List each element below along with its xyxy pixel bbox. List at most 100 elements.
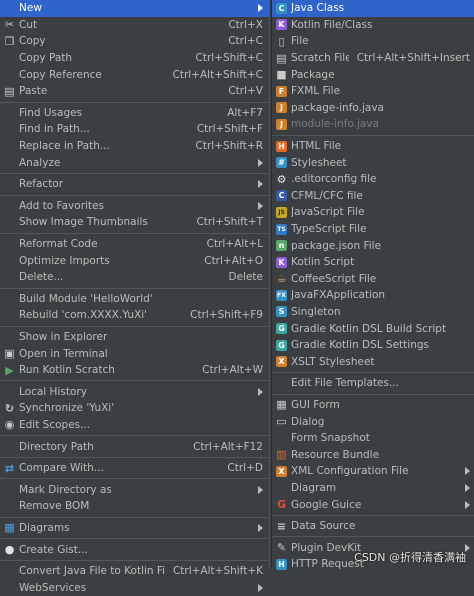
menu-separator <box>0 380 269 381</box>
menu-item-find-usages[interactable]: Find UsagesAlt+F7 <box>0 105 269 122</box>
menu-item-shortcut: Ctrl+Alt+F12 <box>193 441 263 453</box>
new-item-stylesheet[interactable]: #Stylesheet <box>272 154 474 171</box>
watermark: CSDN @折得清香满袖 <box>354 549 466 565</box>
new-item-editorconfig-file[interactable]: ⚙.editorconfig file <box>272 171 474 188</box>
menu-item-create-gist[interactable]: ●Create Gist... <box>0 541 269 558</box>
new-item-scratch-file[interactable]: ▤Scratch FileCtrl+Alt+Shift+Insert <box>272 50 474 67</box>
database-icon: ≡ <box>276 521 287 532</box>
menu-item-label: Dialog <box>291 416 470 428</box>
menu-item-analyze[interactable]: Analyze <box>0 154 269 171</box>
new-item-dialog[interactable]: ▭Dialog <box>272 413 474 430</box>
new-item-gradle-kotlin-dsl-build-script[interactable]: GGradle Kotlin DSL Build Script <box>272 320 474 337</box>
menu-item-rebuild[interactable]: Rebuild 'com.XXXX.YuXi'Ctrl+Shift+F9 <box>0 307 269 324</box>
menu-item-diagrams[interactable]: ▦Diagrams <box>0 520 269 537</box>
new-item-typescript-file[interactable]: TSTypeScript File <box>272 221 474 238</box>
menu-item-open-in-terminal[interactable]: ▣Open in Terminal <box>0 345 269 362</box>
new-item-xslt-stylesheet[interactable]: XXSLT Stylesheet <box>272 353 474 370</box>
menu-item-label: Form Snapshot <box>291 432 470 444</box>
new-item-fxml-file[interactable]: FFXML File <box>272 83 474 100</box>
menu-item-directory-path[interactable]: Directory PathCtrl+Alt+F12 <box>0 438 269 455</box>
menu-item-copy[interactable]: ❐CopyCtrl+C <box>0 33 269 50</box>
menu-item-build-module[interactable]: Build Module 'HelloWorld' <box>0 291 269 308</box>
menu-item-show-image-thumbnails[interactable]: Show Image ThumbnailsCtrl+Shift+T <box>0 214 269 231</box>
new-item-kotlin-file-class[interactable]: KKotlin File/Class <box>272 17 474 34</box>
new-item-gui-form[interactable]: ▦GUI Form <box>272 397 474 414</box>
run-icon: ▶ <box>4 365 15 376</box>
new-item-file[interactable]: ▯File <box>272 33 474 50</box>
new-item-java-class[interactable]: CJava Class <box>272 0 474 17</box>
new-item-edit-file-templates[interactable]: Edit File Templates... <box>272 375 474 392</box>
new-item-package-json-file[interactable]: npackage.json File <box>272 237 474 254</box>
submenu-arrow-icon <box>258 159 263 167</box>
menu-item-add-to-favorites[interactable]: Add to Favorites <box>0 198 269 215</box>
menu-item-cut[interactable]: ✂CutCtrl+X <box>0 17 269 34</box>
new-item-xml-configuration-file[interactable]: XXML Configuration File <box>272 463 474 480</box>
menu-item-label: Open in Terminal <box>19 348 263 360</box>
menu-item-label: Synchronize 'YuXi' <box>19 402 263 414</box>
menu-item-remove-bom[interactable]: Remove BOM <box>0 498 269 515</box>
menu-item-label: Replace in Path... <box>19 140 188 152</box>
new-item-cfml-cfc-file[interactable]: CCFML/CFC file <box>272 188 474 205</box>
menu-item-replace-in-path[interactable]: Replace in Path...Ctrl+Shift+R <box>0 138 269 155</box>
new-item-diagram[interactable]: Diagram <box>272 480 474 497</box>
submenu-arrow-icon <box>258 388 263 396</box>
editorconfig-icon: ⚙ <box>276 174 287 185</box>
menu-item-edit-scopes[interactable]: ◉Edit Scopes... <box>0 417 269 434</box>
menu-item-paste[interactable]: ▤PasteCtrl+V <box>0 83 269 100</box>
new-item-javafx-application[interactable]: FXJavaFXApplication <box>272 287 474 304</box>
menu-item-optimize-imports[interactable]: Optimize ImportsCtrl+Alt+O <box>0 252 269 269</box>
new-item-package-info-java[interactable]: Jpackage-info.java <box>272 100 474 117</box>
menu-item-copy-path[interactable]: Copy PathCtrl+Shift+C <box>0 50 269 67</box>
new-item-form-snapshot[interactable]: Form Snapshot <box>272 430 474 447</box>
submenu-arrow-icon <box>258 524 263 532</box>
menu-item-label: Data Source <box>291 520 470 532</box>
menu-item-label: Remove BOM <box>19 500 263 512</box>
new-item-coffeescript-file[interactable]: ☕CoffeeScript File <box>272 271 474 288</box>
javascript-icon: JS <box>276 207 287 218</box>
new-item-kotlin-script[interactable]: KKotlin Script <box>272 254 474 271</box>
menu-item-label: Singleton <box>291 306 470 318</box>
new-item-gradle-kotlin-dsl-settings[interactable]: GGradle Kotlin DSL Settings <box>272 337 474 354</box>
menu-item-refactor[interactable]: Refactor <box>0 176 269 193</box>
new-item-package[interactable]: ■Package <box>272 66 474 83</box>
menu-item-synchronize[interactable]: ↻Synchronize 'YuXi' <box>0 400 269 417</box>
java-file-icon: J <box>276 119 287 130</box>
menu-item-label: FXML File <box>291 85 470 97</box>
menu-item-run-kotlin-scratch[interactable]: ▶Run Kotlin ScratchCtrl+Alt+W <box>0 362 269 379</box>
menu-item-mark-directory-as[interactable]: Mark Directory as <box>0 481 269 498</box>
new-item-html-file[interactable]: HHTML File <box>272 138 474 155</box>
menu-item-reformat-code[interactable]: Reformat CodeCtrl+Alt+L <box>0 236 269 253</box>
submenu-arrow-icon <box>258 4 263 12</box>
xml-icon: X <box>276 466 287 477</box>
menu-item-delete[interactable]: Delete...Delete <box>0 269 269 286</box>
html-icon: H <box>276 141 287 152</box>
menu-item-label: JavaScript File <box>291 206 470 218</box>
new-item-google-guice[interactable]: GGoogle Guice <box>272 496 474 513</box>
menu-item-label: Google Guice <box>291 499 459 511</box>
menu-item-copy-reference[interactable]: Copy ReferenceCtrl+Alt+Shift+C <box>0 66 269 83</box>
menu-item-label: Resource Bundle <box>291 449 470 461</box>
new-item-resource-bundle[interactable]: ▥Resource Bundle <box>272 446 474 463</box>
context-menu: New✂CutCtrl+X❐CopyCtrl+CCopy PathCtrl+Sh… <box>0 0 270 569</box>
menu-separator <box>272 515 474 516</box>
new-item-singleton[interactable]: SSingleton <box>272 304 474 321</box>
menu-item-shortcut: Ctrl+V <box>228 85 263 97</box>
menu-item-label: Build Module 'HelloWorld' <box>19 293 263 305</box>
menu-separator <box>272 372 474 373</box>
menu-separator <box>0 233 269 234</box>
menu-item-label: Kotlin Script <box>291 256 470 268</box>
scratch-file-icon: ▤ <box>276 53 287 64</box>
menu-item-local-history[interactable]: Local History <box>0 383 269 400</box>
menu-separator <box>0 195 269 196</box>
menu-item-find-in-path[interactable]: Find in Path...Ctrl+Shift+F <box>0 121 269 138</box>
menu-item-show-in-explorer[interactable]: Show in Explorer <box>0 329 269 346</box>
menu-item-convert-java-to-kotlin[interactable]: Convert Java File to Kotlin FileCtrl+Alt… <box>0 563 269 580</box>
menu-item-label: XSLT Stylesheet <box>291 356 470 368</box>
new-item-data-source[interactable]: ≡ Data Source <box>272 518 474 535</box>
menu-item-new[interactable]: New <box>0 0 269 17</box>
menu-item-webservices[interactable]: WebServices <box>0 579 269 596</box>
menu-separator <box>0 478 269 479</box>
menu-item-compare-with[interactable]: ⇄Compare With...Ctrl+D <box>0 460 269 477</box>
menu-item-label: Rebuild 'com.XXXX.YuXi' <box>19 309 182 321</box>
new-item-javascript-file[interactable]: JS JavaScript File <box>272 204 474 221</box>
